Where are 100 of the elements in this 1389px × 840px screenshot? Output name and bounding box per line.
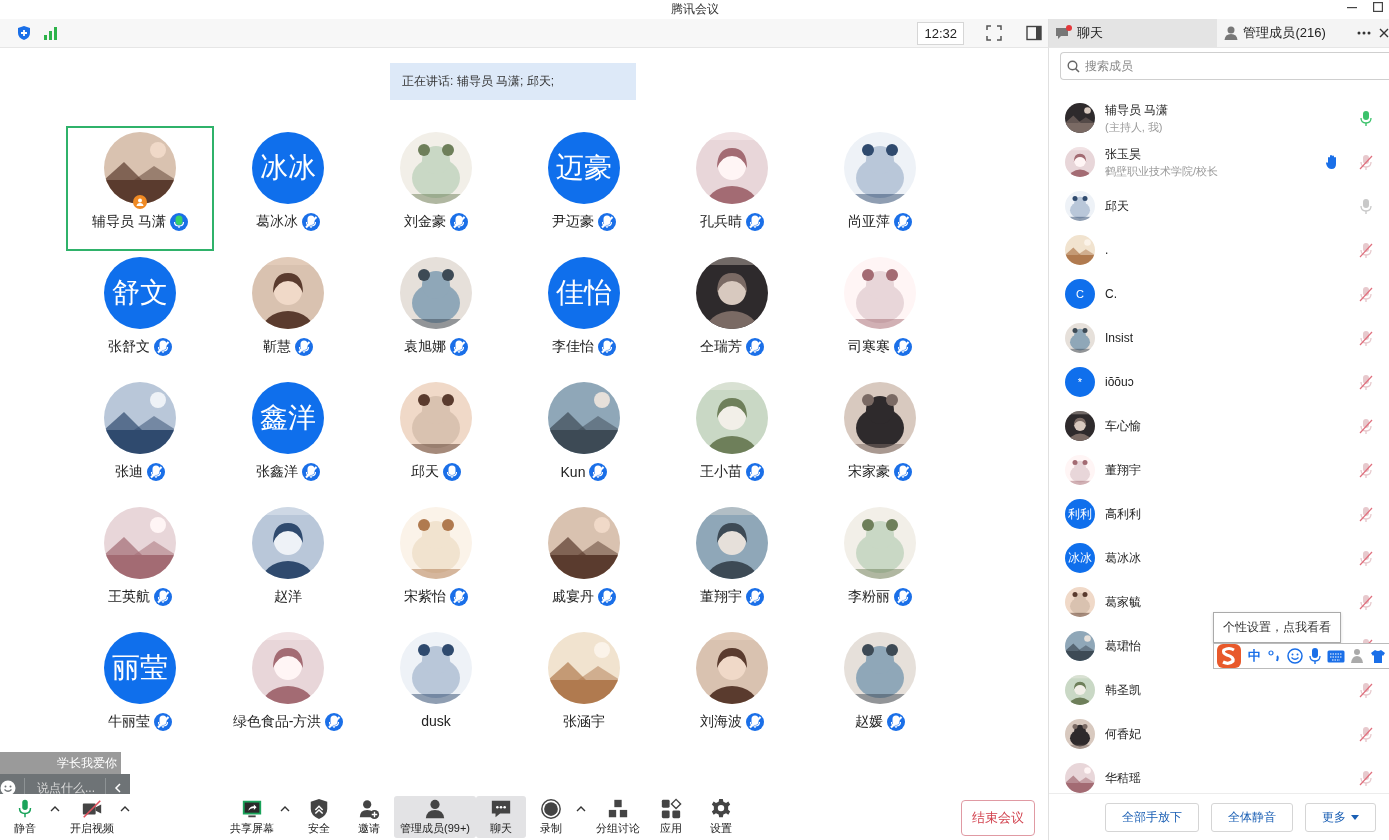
participant-tile[interactable]: 尚亚萍 xyxy=(806,126,954,251)
person-icon[interactable] xyxy=(1351,648,1365,664)
caret-icon[interactable] xyxy=(120,805,130,812)
panel-tab[interactable]: 聊天 xyxy=(1049,19,1218,47)
microphone-icon[interactable] xyxy=(1309,648,1321,664)
footer-button[interactable]: 更多 xyxy=(1305,802,1376,832)
punctuation-icon[interactable] xyxy=(1267,649,1281,663)
muted-mic-icon[interactable] xyxy=(1357,549,1375,567)
participant-tile[interactable]: 戚宴丹 xyxy=(510,501,658,626)
footer-button[interactable]: 全部手放下 xyxy=(1105,802,1199,832)
participant-tile[interactable]: 佳怡 李佳怡 xyxy=(510,251,658,376)
search-field[interactable]: 搜索成员 xyxy=(1060,52,1389,80)
member-row[interactable]: . xyxy=(1049,228,1389,272)
member-row[interactable]: * iŏŏuↄ xyxy=(1049,360,1389,404)
member-row[interactable]: 利利 高利利 xyxy=(1049,492,1389,536)
toolbar-button[interactable]: 安全 xyxy=(294,796,344,838)
member-row[interactable]: 辅导员 马潇 (主持人, 我) xyxy=(1049,96,1389,140)
participant-tile[interactable]: 绿色食品-方洪 xyxy=(214,626,362,751)
member-row[interactable]: 何香妃 xyxy=(1049,712,1389,756)
participant-tile[interactable]: 迈豪 尹迈豪 xyxy=(510,126,658,251)
muted-mic-icon[interactable] xyxy=(1357,285,1375,303)
muted-mic-icon[interactable] xyxy=(1357,241,1375,259)
participant-tile[interactable]: 冰冰 葛冰冰 xyxy=(214,126,362,251)
signal-icon[interactable] xyxy=(42,25,58,41)
emoji-icon[interactable] xyxy=(1287,648,1303,664)
participant-tile[interactable]: 刘金豪 xyxy=(362,126,510,251)
participant-tile[interactable]: 宋家豪 xyxy=(806,376,954,501)
participant-tile[interactable]: 董翔宇 xyxy=(658,501,806,626)
participant-tile[interactable]: 王小苗 xyxy=(658,376,806,501)
participant-tile[interactable]: 靳慧 xyxy=(214,251,362,376)
toolbar-button[interactable]: 录制 xyxy=(526,796,576,838)
participant-tile[interactable]: 舒文 张舒文 xyxy=(66,251,214,376)
toolbar-button[interactable]: 管理成员(99+) xyxy=(394,796,476,838)
caret-icon[interactable] xyxy=(50,805,60,812)
chat-input[interactable]: 说点什么... xyxy=(0,774,130,794)
participant-name: 张迪 xyxy=(115,463,143,481)
participant-tile[interactable]: 辅导员 马潇 xyxy=(66,126,214,251)
participant-tile[interactable]: 张涵宇 xyxy=(510,626,658,751)
end-meeting-button[interactable]: 结束会议 xyxy=(961,800,1035,836)
toolbar-button[interactable]: 共享屏幕 xyxy=(224,796,280,838)
member-row[interactable]: 董翔宇 xyxy=(1049,448,1389,492)
member-row[interactable]: 冰冰 葛冰冰 xyxy=(1049,536,1389,580)
muted-mic-icon[interactable] xyxy=(1357,153,1375,171)
muted-mic-icon[interactable] xyxy=(1357,329,1375,347)
caret-icon[interactable] xyxy=(280,805,290,812)
participant-tile[interactable]: Kun xyxy=(510,376,658,501)
muted-mic-icon[interactable] xyxy=(1357,461,1375,479)
footer-button[interactable]: 全体静音 xyxy=(1211,802,1293,832)
toolbar-button[interactable]: 应用 xyxy=(646,796,696,838)
caret-icon[interactable] xyxy=(576,805,586,812)
member-row[interactable]: 韩圣凯 xyxy=(1049,668,1389,712)
toolbar-button[interactable]: 分组讨论 xyxy=(590,796,646,838)
participant-tile[interactable]: 宋紫怡 xyxy=(362,501,510,626)
member-row[interactable]: 车心愉 xyxy=(1049,404,1389,448)
input-mode[interactable]: 中 xyxy=(1248,647,1261,665)
participant-name: 尚亚萍 xyxy=(848,213,890,231)
fullscreen-icon[interactable] xyxy=(986,25,1002,41)
participant-tile[interactable]: 李粉丽 xyxy=(806,501,954,626)
keyboard-icon[interactable] xyxy=(1327,649,1345,663)
muted-mic-icon[interactable] xyxy=(1357,505,1375,523)
sidebar-icon[interactable] xyxy=(1026,25,1042,41)
toolbar-button[interactable]: 聊天 xyxy=(476,796,526,838)
more-icon[interactable] xyxy=(1357,31,1371,35)
muted-mic-icon[interactable] xyxy=(1357,373,1375,391)
participant-tile[interactable]: 邱天 xyxy=(362,376,510,501)
muted-mic-icon[interactable] xyxy=(1357,417,1375,435)
participant-tile[interactable]: 王英航 xyxy=(66,501,214,626)
muted-mic-icon[interactable] xyxy=(1357,769,1375,787)
muted-mic-icon[interactable] xyxy=(1357,681,1375,699)
logo-icon[interactable] xyxy=(1216,643,1242,669)
close-icon[interactable] xyxy=(1379,28,1389,38)
member-row[interactable]: 张玉昊 鹤壁职业技术学院/校长 xyxy=(1049,140,1389,184)
participant-tile[interactable]: 张迪 xyxy=(66,376,214,501)
collapse-icon[interactable] xyxy=(112,782,124,794)
muted-mic-icon[interactable] xyxy=(1357,725,1375,743)
participant-tile[interactable]: 丽莹 牛丽莹 xyxy=(66,626,214,751)
emoji-icon[interactable] xyxy=(0,780,16,794)
participant-tile[interactable]: 鑫洋 张鑫洋 xyxy=(214,376,362,501)
participant-tile[interactable]: 孔兵晴 xyxy=(658,126,806,251)
member-role: (主持人, 我) xyxy=(1105,119,1164,135)
participant-tile[interactable]: 刘海波 xyxy=(658,626,806,751)
participant-tile[interactable]: 仝瑞芳 xyxy=(658,251,806,376)
participant-tile[interactable]: 袁旭娜 xyxy=(362,251,510,376)
member-row[interactable]: Insist xyxy=(1049,316,1389,360)
member-row[interactable]: C C. xyxy=(1049,272,1389,316)
toolbar-button[interactable]: 设置 xyxy=(696,796,746,838)
muted-mic-icon[interactable] xyxy=(1357,593,1375,611)
member-row[interactable]: 华秸瑶 xyxy=(1049,756,1389,793)
participant-tile[interactable]: dusk xyxy=(362,626,510,751)
toolbar-button[interactable]: 邀请 xyxy=(344,796,394,838)
shield-icon[interactable] xyxy=(16,25,32,41)
participant-tile[interactable]: 赵媛 xyxy=(806,626,954,751)
shirt-icon[interactable] xyxy=(1371,649,1385,663)
mic-icon[interactable] xyxy=(1357,109,1375,127)
participant-tile[interactable]: 司寒寒 xyxy=(806,251,954,376)
participant-tile[interactable]: 赵洋 xyxy=(214,501,362,626)
toolbar-button[interactable]: 开启视频 xyxy=(64,796,120,838)
maximize-icon[interactable] xyxy=(1373,2,1383,12)
toolbar-button[interactable]: 静音 xyxy=(0,796,50,838)
member-row[interactable]: 邱天 xyxy=(1049,184,1389,228)
